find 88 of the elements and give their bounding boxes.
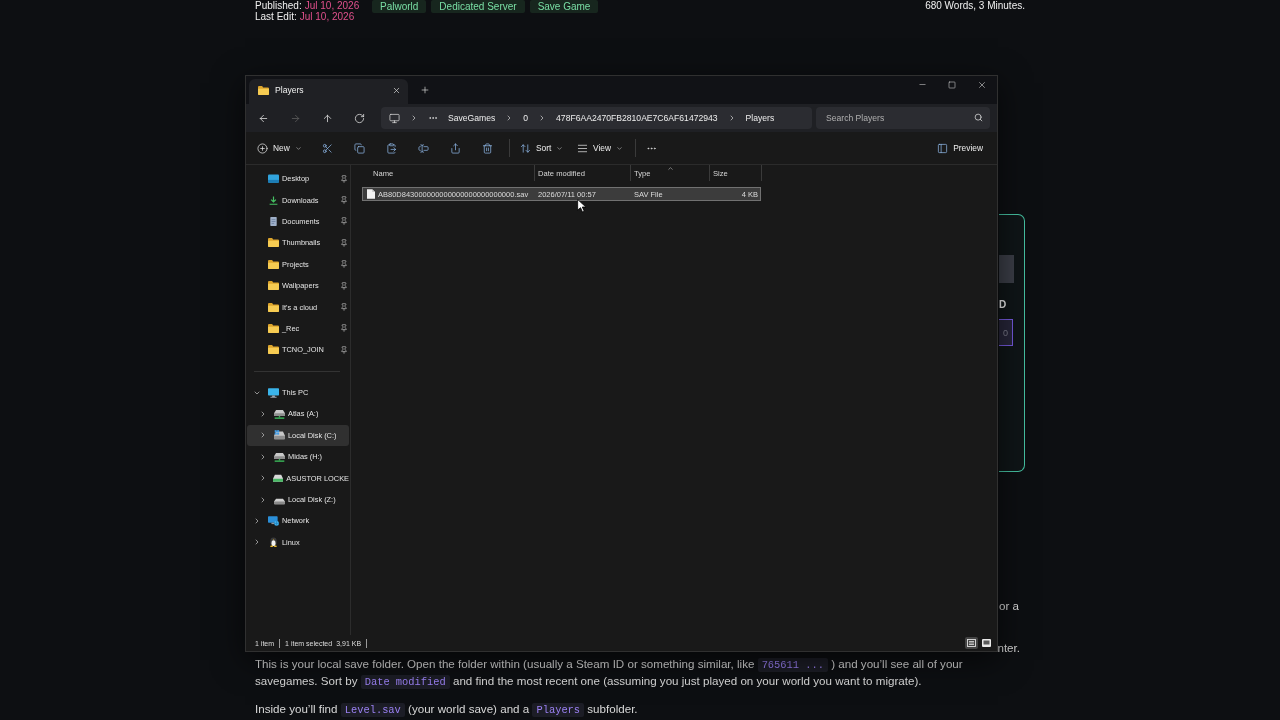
text-cursor-icon[interactable]	[417, 142, 429, 154]
pin-icon[interactable]	[340, 174, 348, 183]
computer-icon	[268, 387, 279, 398]
lines-icon	[577, 142, 588, 154]
chevron-right-icon[interactable]	[259, 452, 267, 461]
document-icon	[268, 216, 279, 226]
download-icon	[268, 195, 279, 205]
cursor-icon	[577, 199, 587, 213]
pin-icon[interactable]	[340, 260, 348, 269]
breadcrumb[interactable]: 0	[523, 113, 529, 123]
pin-icon[interactable]	[340, 281, 348, 290]
date-text: Jul 10, 2026	[299, 11, 355, 22]
breadcrumb[interactable]: SaveGames	[448, 113, 496, 123]
paragraph: This is your local save folder. Open the folder within (usually a Steam ID or something similar, like 765611 ... ) and you’ll see all of your savegames. Sort by Date modified and find the most recent one (assuming you just played on your world you want to migrate).	[255, 656, 964, 690]
chevron-right-icon[interactable]	[259, 410, 267, 418]
paragraph: Inside you’ll find Level.sav (your world save) and a Players subfolder.	[255, 701, 639, 718]
network-icon	[268, 515, 279, 526]
folder-icon	[268, 238, 279, 248]
panel-icon	[937, 142, 949, 154]
search-icon[interactable]	[974, 113, 983, 122]
pin-icon[interactable]	[340, 303, 348, 312]
network-drive-icon	[274, 409, 285, 419]
reading-stats: 680 Words, 3 Minutes.	[925, 0, 1025, 11]
folder-icon	[268, 281, 279, 291]
input-field[interactable]	[999, 255, 1014, 283]
search-field[interactable]: Search Players	[816, 107, 990, 129]
pin-icon[interactable]	[340, 217, 348, 226]
drive-icon	[274, 430, 285, 441]
pin-icon[interactable]	[340, 324, 348, 333]
trash-icon[interactable]	[481, 142, 493, 154]
network-drive-icon	[274, 451, 285, 462]
folder-icon	[268, 323, 279, 333]
desktop-icon	[268, 174, 279, 184]
clipboard-icon[interactable]	[385, 142, 397, 154]
field-label: D	[999, 299, 1007, 311]
tag-link[interactable]: Palworld	[372, 0, 427, 13]
meta-label: Last Edit:	[255, 11, 297, 22]
sort-caret-icon	[667, 165, 674, 172]
scissors-icon[interactable]	[321, 142, 333, 154]
text-line: nter.	[997, 640, 1020, 656]
sort-button[interactable]: Sort	[514, 136, 571, 160]
text-line: or a	[999, 598, 1019, 614]
close-icon[interactable]	[392, 85, 401, 95]
folder-icon	[268, 259, 279, 269]
view-toggle[interactable]	[965, 637, 978, 649]
input-field[interactable]: 0	[999, 319, 1013, 346]
list-icon	[967, 639, 976, 647]
plus-icon[interactable]	[420, 85, 430, 95]
arrow-up-icon[interactable]	[321, 112, 333, 124]
plus-circle-icon	[257, 142, 268, 154]
caret-icon	[556, 144, 564, 152]
chevron-right-icon[interactable]	[259, 431, 267, 440]
date-text: Jul 10, 2026	[304, 0, 360, 11]
folder-icon	[258, 85, 269, 95]
breadcrumb[interactable]: Players	[745, 113, 775, 123]
chevron-right-icon[interactable]	[253, 538, 261, 547]
chevron-right-icon[interactable]	[253, 516, 261, 525]
file-icon	[367, 189, 375, 199]
share-icon[interactable]	[449, 142, 461, 154]
large-icons-icon	[982, 639, 991, 647]
chevron-right-icon[interactable]	[410, 114, 418, 122]
close-icon[interactable]	[977, 79, 987, 90]
new-button[interactable]: New	[251, 136, 311, 160]
drive-icon	[273, 473, 284, 484]
tag-link[interactable]: Save Game	[529, 0, 599, 13]
pin-icon[interactable]	[340, 238, 348, 247]
address-bar[interactable]: SaveGames 0 478F6AA2470FB2810AE7C6AF61472943 Players	[381, 107, 812, 129]
breadcrumb[interactable]: 478F6AA2470FB2810AE7C6AF61472943	[556, 113, 718, 123]
pin-icon[interactable]	[340, 345, 348, 354]
tab[interactable]: Players	[249, 79, 408, 104]
monitor-icon[interactable]	[389, 112, 400, 124]
pin-icon[interactable]	[340, 196, 348, 205]
preview-button[interactable]: Preview	[931, 136, 989, 160]
sort-arrows-icon	[520, 142, 531, 154]
chevron-right-icon[interactable]	[259, 495, 267, 504]
view-toggle[interactable]	[980, 637, 993, 649]
arrow-left-icon[interactable]	[257, 112, 269, 124]
view-button[interactable]: View	[571, 136, 629, 160]
meta-label: Published:	[255, 0, 302, 11]
caret-icon	[294, 144, 302, 152]
tag-link[interactable]: Dedicated Server	[431, 0, 525, 13]
copy-icon[interactable]	[353, 142, 365, 154]
folder-icon	[268, 345, 279, 355]
maximize-icon[interactable]	[948, 80, 956, 89]
penguin-icon	[268, 537, 279, 548]
folder-icon	[268, 302, 279, 312]
caret-icon	[616, 144, 623, 152]
refresh-icon[interactable]	[353, 112, 365, 124]
